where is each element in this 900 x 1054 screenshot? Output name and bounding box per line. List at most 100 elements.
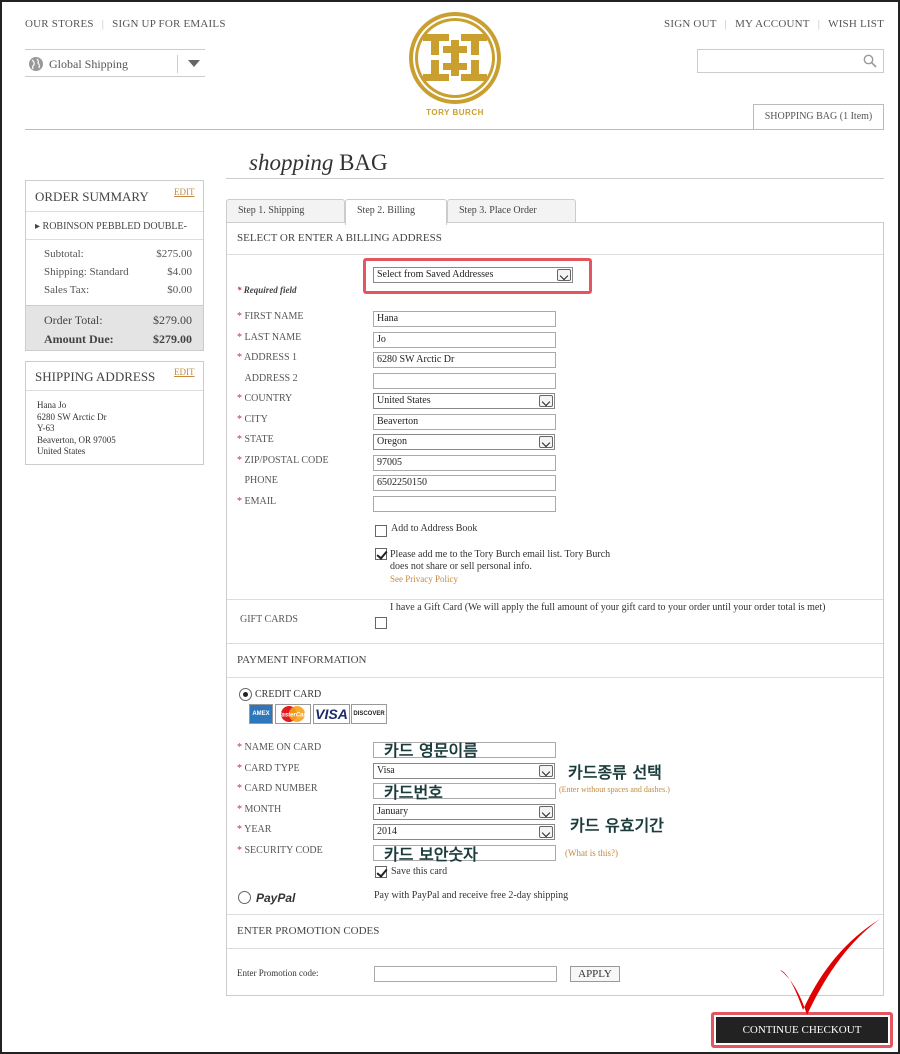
- order-summary-heading: ORDER SUMMARY: [35, 189, 149, 204]
- card-number-hint: (Enter without spaces and dashes.): [559, 785, 670, 794]
- city-input[interactable]: Beaverton: [373, 413, 556, 430]
- chevron-down-icon: [539, 805, 553, 818]
- subtotal-label: Subtotal:: [44, 248, 84, 260]
- annotation-card-type: 카드종류 선택: [568, 763, 662, 782]
- my-account-link[interactable]: MY ACCOUNT: [735, 18, 810, 30]
- apply-promo-button[interactable]: APPLY: [570, 966, 620, 982]
- chevron-down-icon: [539, 826, 553, 838]
- first-name-label: * FIRST NAME: [237, 311, 304, 322]
- address-1-label: * ADDRESS 1: [237, 352, 298, 363]
- chevron-down-icon[interactable]: [177, 55, 205, 73]
- add-address-book-label: Add to Address Book: [391, 523, 478, 534]
- search-input[interactable]: [697, 49, 884, 73]
- year-label: * YEAR: [237, 824, 272, 835]
- sign-up-emails-link[interactable]: SIGN UP FOR EMAILS: [112, 18, 226, 30]
- shopping-bag-button[interactable]: SHOPPING BAG (1 Item): [753, 104, 884, 130]
- sign-out-link[interactable]: SIGN OUT: [664, 18, 717, 30]
- mastercard-icon: MasterCard: [275, 704, 311, 724]
- saved-address-select[interactable]: Select from Saved Addresses: [373, 267, 573, 283]
- order-total-label: Order Total:: [44, 313, 103, 327]
- page-title: shopping BAG: [249, 150, 388, 175]
- state-select[interactable]: Oregon: [373, 434, 555, 450]
- address-2-label: ADDRESS 2: [244, 372, 298, 384]
- gift-card-checkbox[interactable]: [375, 617, 387, 629]
- country-label: * COUNTRY: [237, 393, 293, 404]
- year-select[interactable]: 2014: [373, 824, 555, 840]
- amount-due-label: Amount Due:: [44, 332, 114, 346]
- shopping-bag-label: SHOPPING BAG: [764, 111, 838, 122]
- search-icon[interactable]: [863, 54, 877, 68]
- card-type-select[interactable]: Visa: [373, 762, 555, 779]
- add-address-book-checkbox[interactable]: [375, 525, 387, 537]
- card-type-label: * CARD TYPE: [237, 762, 300, 774]
- tory-burch-logo[interactable]: TORY BURCH: [405, 10, 505, 120]
- payment-heading: PAYMENT INFORMATION: [237, 654, 367, 666]
- privacy-policy-link[interactable]: See Privacy Policy: [390, 574, 458, 584]
- wish-list-link[interactable]: WISH LIST: [828, 18, 884, 30]
- paypal-logo: PayPal: [256, 891, 296, 905]
- chevron-down-icon: [539, 395, 553, 407]
- shipping-address-box: SHIPPING ADDRESS EDIT Hana Jo 6280 SW Ar…: [25, 361, 204, 465]
- order-summary-box: ORDER SUMMARY EDIT ▸ ROBINSON PEBBLED DO…: [25, 180, 204, 351]
- annotation-expiry: 카드 유효기간: [570, 816, 664, 835]
- shipping-address-heading: SHIPPING ADDRESS: [35, 369, 156, 384]
- order-summary-edit-link[interactable]: EDIT: [174, 187, 195, 197]
- phone-input[interactable]: 6502250150: [373, 475, 556, 491]
- tax-label: Sales Tax:: [44, 284, 90, 296]
- save-card-label: Save this card: [391, 866, 448, 877]
- save-card-checkbox[interactable]: [375, 866, 387, 878]
- gift-cards-label: GIFT CARDS: [240, 614, 298, 625]
- country-select[interactable]: United States: [373, 393, 555, 409]
- required-note: * Required field: [237, 285, 297, 295]
- promo-code-input[interactable]: [374, 966, 557, 982]
- gift-card-text: I have a Gift Card (We will apply the fu…: [390, 602, 826, 613]
- paypal-radio[interactable]: [238, 891, 251, 904]
- chevron-down-icon: [539, 436, 553, 448]
- month-select[interactable]: January: [373, 803, 555, 820]
- promo-label: Enter Promotion code:: [237, 968, 319, 978]
- email-optin-checkbox[interactable]: [375, 548, 387, 560]
- discover-icon: DISCOVER: [351, 704, 387, 724]
- header-divider: [25, 129, 884, 130]
- address-2-input[interactable]: [373, 372, 556, 389]
- zip-postal-code-input[interactable]: 97005: [373, 454, 556, 471]
- first-name-input[interactable]: Hana: [373, 311, 556, 327]
- shipping-address-edit-link[interactable]: EDIT: [174, 367, 195, 377]
- shipping-value: $4.00: [167, 266, 192, 278]
- security-code-help-link[interactable]: (What is this?): [565, 848, 618, 858]
- amount-due-value: $279.00: [153, 332, 192, 346]
- tab-place-order[interactable]: Step 3. Place Order: [447, 199, 576, 223]
- shipping-label: Shipping: Standard: [44, 266, 129, 278]
- tax-value: $0.00: [167, 284, 192, 296]
- our-stores-link[interactable]: OUR STORES: [25, 18, 94, 30]
- month-label: * MONTH: [237, 803, 282, 815]
- totals-band: Order Total: $279.00 Amount Due: $279.00: [26, 305, 203, 350]
- email-optin-text: Please add me to the Tory Burch email li…: [390, 549, 611, 572]
- last-name-label: * LAST NAME: [237, 331, 302, 343]
- shipping-address-lines: Hana Jo 6280 SW Arctic Dr Y-63 Beaverton…: [37, 400, 116, 456]
- credit-card-radio[interactable]: [239, 688, 252, 701]
- last-name-input[interactable]: Jo: [373, 331, 556, 348]
- email-label: * EMAIL: [237, 495, 277, 507]
- address-1-input[interactable]: 6280 SW Arctic Dr: [373, 352, 556, 368]
- paypal-text: Pay with PayPal and receive free 2-day s…: [374, 890, 569, 901]
- amex-icon: AMEX: [249, 704, 273, 724]
- billing-address-heading: SELECT OR ENTER A BILLING ADDRESS: [237, 232, 442, 244]
- chevron-down-icon: [557, 269, 571, 281]
- annotation-security-code: 카드 보안숫자: [384, 845, 478, 864]
- order-total-value: $279.00: [153, 313, 192, 327]
- order-item[interactable]: ▸ ROBINSON PEBBLED DOUBLE-: [35, 221, 187, 232]
- subtotal-value: $275.00: [156, 248, 192, 260]
- email-input[interactable]: [373, 495, 556, 512]
- bag-count: (1 Item): [839, 111, 873, 122]
- continue-checkout-button[interactable]: CONTINUE CHECKOUT: [716, 1017, 888, 1043]
- global-shipping-selector[interactable]: Global Shipping: [25, 49, 205, 77]
- city-label: * CITY: [237, 413, 268, 425]
- tab-shipping[interactable]: Step 1. Shipping: [226, 199, 345, 223]
- security-code-label: * SECURITY CODE: [237, 844, 323, 856]
- annotation-card-number: 카드번호: [384, 783, 443, 802]
- zip-postal-code-label: * ZIP/POSTAL CODE: [237, 454, 329, 466]
- logo-emblem-icon: [409, 12, 501, 104]
- top-left-nav: OUR STORES | SIGN UP FOR EMAILS: [25, 18, 226, 30]
- chevron-down-icon: [539, 764, 553, 777]
